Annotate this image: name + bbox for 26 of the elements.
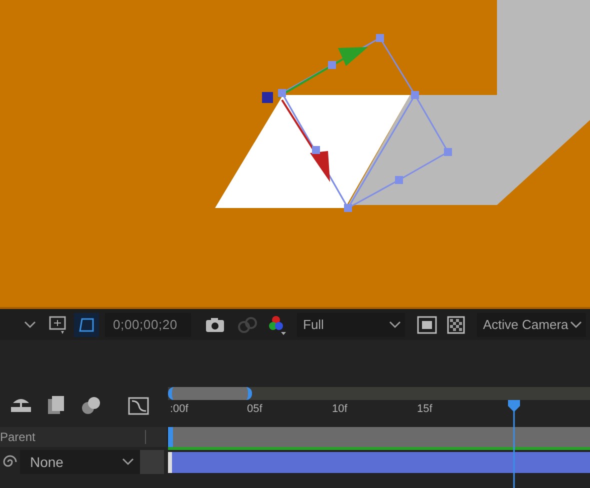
quadrilateral-icon — [78, 316, 96, 332]
parent-dropdown[interactable]: None — [20, 450, 140, 474]
ruler-label: 05f — [247, 403, 262, 415]
motion-blur-icon[interactable] — [80, 395, 102, 415]
frame-blending-icon[interactable] — [46, 395, 66, 415]
resolution-dropdown[interactable]: Full — [297, 312, 405, 336]
caret-icon — [570, 320, 582, 328]
playhead[interactable] — [508, 400, 520, 488]
camera-icon[interactable] — [205, 316, 225, 332]
region-icon[interactable] — [417, 316, 437, 334]
ruler-label: 15f — [417, 403, 432, 415]
layer-switch-cell[interactable] — [140, 450, 164, 474]
grid-icon[interactable] — [48, 314, 68, 334]
work-area-bar[interactable] — [168, 387, 252, 400]
caret-icon[interactable] — [24, 320, 36, 328]
shy-layers-icon[interactable] — [10, 397, 32, 413]
caret-icon — [122, 458, 134, 466]
graph-editor-icon[interactable] — [128, 395, 150, 415]
caret-icon — [389, 320, 401, 328]
mask-path-button[interactable] — [74, 312, 99, 336]
timecode-field[interactable]: 0;00;00;20 — [105, 312, 191, 336]
ruler-label: 10f — [332, 403, 348, 415]
checkerboard-icon[interactable] — [447, 316, 465, 334]
color-channels-icon[interactable] — [267, 314, 287, 336]
ruler-label: :00f — [170, 403, 188, 415]
view-dropdown[interactable]: Active Camera — [477, 312, 586, 336]
